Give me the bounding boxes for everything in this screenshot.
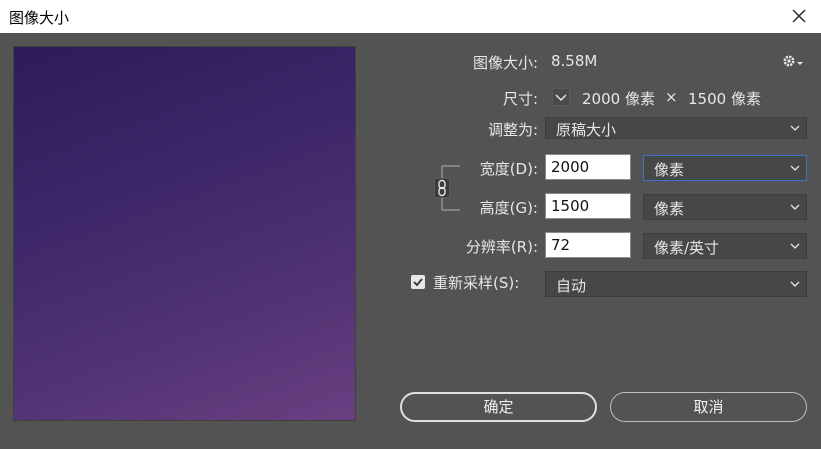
resample-label: 重新采样(S): [433, 274, 520, 292]
resample-select[interactable]: 自动 [545, 271, 807, 297]
resolution-unit-select[interactable]: 像素/英寸 [643, 233, 807, 259]
resample-value: 自动 [556, 277, 587, 295]
chevron-down-icon [790, 165, 800, 171]
title-bar: 图像大小 [0, 0, 821, 33]
fit-to-value: 原稿大小 [556, 121, 617, 139]
chain-link-icon[interactable] [434, 178, 450, 198]
resample-checkbox[interactable] [411, 275, 425, 289]
close-icon[interactable] [791, 8, 807, 24]
height-label: 高度(G): [479, 199, 538, 217]
width-unit-select[interactable]: 像素 [643, 155, 807, 181]
width-input[interactable]: 2000 [545, 154, 631, 180]
fit-to-label: 调整为: [487, 121, 538, 139]
cancel-button[interactable]: 取消 [610, 392, 807, 422]
resolution-input[interactable]: 72 [545, 232, 631, 258]
resolution-label: 分辨率(R): [465, 238, 538, 256]
chevron-down-icon [790, 204, 800, 210]
chevron-down-icon [790, 243, 800, 249]
gear-icon[interactable] [782, 53, 804, 69]
dimensions-height: 1500 像素 [688, 90, 761, 108]
height-input[interactable]: 1500 [545, 193, 631, 219]
image-size-value: 8.58M [551, 52, 598, 70]
width-unit-value: 像素 [654, 161, 685, 179]
ok-button[interactable]: 确定 [400, 392, 597, 422]
width-label: 宽度(D): [479, 160, 538, 178]
resolution-unit-value: 像素/英寸 [654, 239, 720, 257]
chevron-down-icon [790, 281, 800, 287]
image-preview [13, 46, 356, 421]
chevron-down-icon [790, 125, 800, 131]
window-title: 图像大小 [9, 9, 70, 27]
image-size-label: 图像大小: [472, 54, 538, 72]
dimensions-width: 2000 像素 [582, 90, 655, 108]
height-unit-value: 像素 [654, 200, 685, 218]
fit-to-select[interactable]: 原稿大小 [545, 117, 807, 139]
chevron-down-icon[interactable] [552, 88, 570, 106]
height-unit-select[interactable]: 像素 [643, 194, 807, 220]
dimensions-label: 尺寸: [502, 90, 538, 108]
dimensions-times: × [665, 88, 678, 106]
checkmark-icon [413, 278, 423, 287]
